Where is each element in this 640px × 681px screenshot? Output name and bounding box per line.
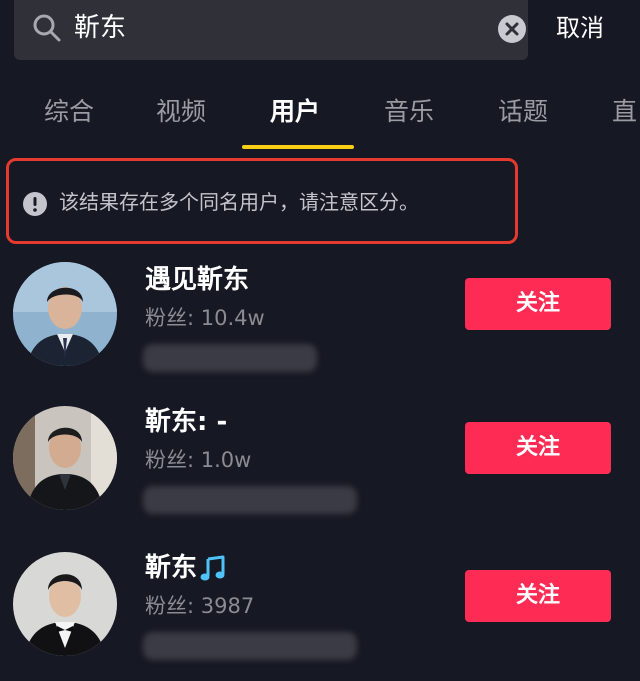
blurred-description [143,344,317,372]
search-results-screen: 靳东 取消 综合 视频 用户 音乐 话题 直 该结果存在多个同名用户，请注意区分… [0,0,640,681]
user-result-item[interactable]: 靳东: - 粉丝: 1.0w 关注 [0,404,640,544]
blurred-description [143,632,357,660]
avatar[interactable] [13,262,117,366]
duplicate-name-notice: 该结果存在多个同名用户，请注意区分。 [6,158,518,244]
search-icon [33,14,61,42]
user-name[interactable]: 遇见靳东 [145,262,249,298]
clear-icon[interactable] [497,14,527,44]
follow-button[interactable]: 关注 [465,422,611,474]
user-result-item[interactable]: 遇见靳东 粉丝: 10.4w 关注 [0,262,640,402]
user-fans-count: 粉丝: 3987 [145,594,255,618]
tab-videos[interactable]: 视频 [156,94,206,130]
user-name[interactable]: 靳东: - [145,404,227,440]
tab-topics[interactable]: 话题 [498,94,548,130]
cancel-button[interactable]: 取消 [556,10,604,46]
tab-users[interactable]: 用户 [270,94,320,130]
tab-live[interactable]: 直 [612,94,637,130]
avatar[interactable] [13,552,117,656]
user-name[interactable]: 靳东 [145,550,227,586]
notice-text: 该结果存在多个同名用户，请注意区分。 [59,190,419,214]
exclamation-icon [23,192,47,216]
music-note-icon [200,555,225,580]
follow-button[interactable]: 关注 [465,278,611,330]
tab-music[interactable]: 音乐 [384,94,434,130]
follow-button[interactable]: 关注 [465,570,611,622]
avatar[interactable] [13,406,117,510]
active-tab-indicator [242,145,354,149]
user-result-item[interactable]: 靳东 粉丝: 3987 关注 [0,550,640,681]
search-header: 靳东 取消 [0,0,640,64]
user-name-text: 靳东 [145,553,198,583]
search-query-text: 靳东 [74,13,127,43]
tab-comprehensive[interactable]: 综合 [44,94,94,130]
user-fans-count: 粉丝: 10.4w [145,306,265,330]
search-input[interactable]: 靳东 [14,0,528,60]
result-tabs: 综合 视频 用户 音乐 话题 直 [0,64,640,154]
user-fans-count: 粉丝: 1.0w [145,448,252,472]
blurred-description [143,486,357,514]
